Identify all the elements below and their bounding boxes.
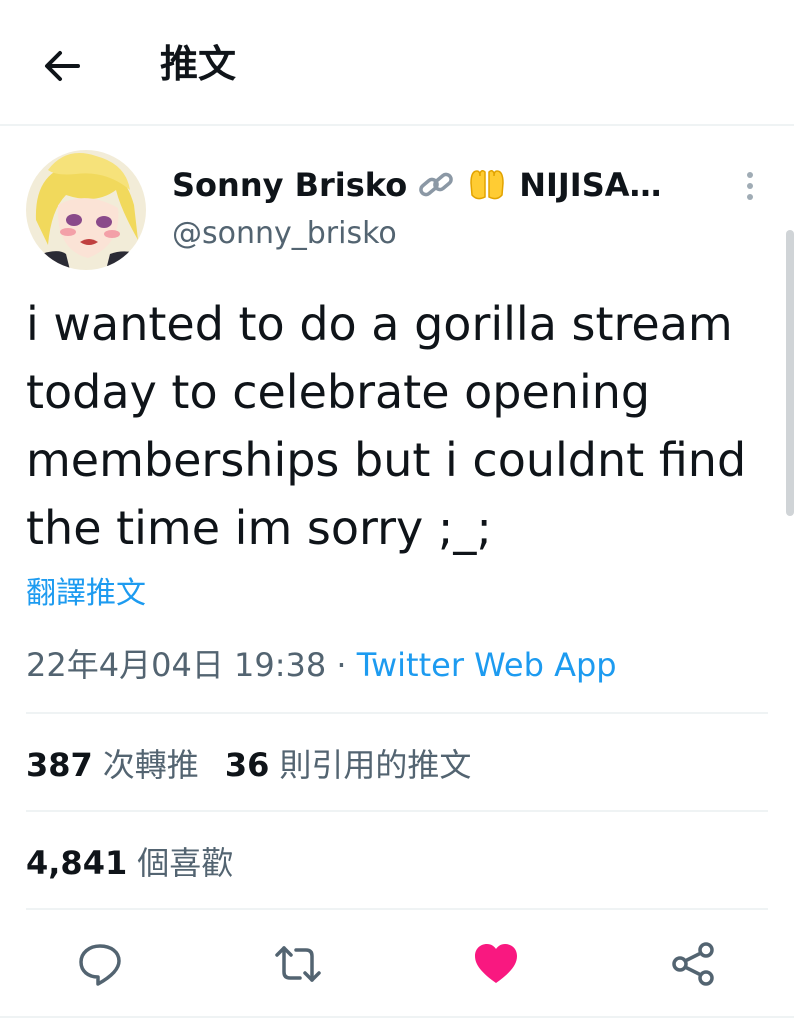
author-name-suffix[interactable]: NIJISA… — [519, 166, 661, 204]
retweets-label: 次轉推 — [102, 746, 199, 784]
likes-label: 個喜歡 — [137, 844, 234, 882]
tweet-text-line: memberships but i couldnt find — [26, 433, 747, 487]
meta-separator: · — [326, 646, 357, 684]
author-name-row[interactable]: Sonny Brisko NIJISA… — [172, 162, 662, 208]
more-options-icon[interactable] — [738, 168, 762, 204]
divider — [0, 1016, 794, 1018]
tweet-text: i wanted to do a gorilla stream today to… — [26, 290, 776, 562]
top-bar: 推文 — [0, 0, 794, 126]
translate-tweet-link[interactable]: 翻譯推文 — [26, 568, 146, 612]
tweet-meta: 22年4月04日 19:38 · Twitter Web App — [26, 640, 617, 686]
retweet-icon[interactable] — [274, 940, 322, 988]
link-icon — [419, 172, 454, 197]
likes-count: 4,841 — [26, 844, 128, 882]
reply-icon[interactable] — [76, 940, 124, 988]
tweet-text-line: the time im sorry ;_; — [26, 501, 492, 555]
page-title: 推文 — [160, 42, 237, 86]
like-icon[interactable] — [472, 940, 520, 988]
avatar-image — [26, 150, 146, 270]
retweets-stat[interactable]: 387 次轉推 — [26, 746, 199, 784]
divider — [26, 712, 768, 714]
timestamp[interactable]: 22年4月04日 19:38 — [26, 646, 326, 684]
source-link[interactable]: Twitter Web App — [357, 646, 617, 684]
divider — [26, 810, 768, 812]
arrow-left-icon[interactable] — [38, 42, 86, 90]
retweets-count: 387 — [26, 746, 93, 784]
author-name[interactable]: Sonny Brisko — [172, 166, 407, 204]
quotes-label: 則引用的推文 — [279, 746, 472, 784]
share-icon[interactable] — [670, 940, 718, 988]
tweet-text-line: i wanted to do a gorilla stream — [26, 297, 733, 351]
divider — [26, 908, 768, 910]
retweet-stats: 387 次轉推 36 則引用的推文 — [26, 740, 471, 786]
likes-stats[interactable]: 4,841 個喜歡 — [26, 838, 233, 884]
avatar[interactable] — [26, 150, 146, 270]
quotes-count: 36 — [224, 746, 270, 784]
quotes-stat[interactable]: 36 則引用的推文 — [225, 746, 472, 784]
author-handle[interactable]: @sonny_brisko — [172, 216, 397, 251]
raised-hands-icon — [470, 169, 504, 200]
action-bar — [0, 930, 794, 994]
scrollbar[interactable] — [786, 230, 794, 516]
tweet-text-line: today to celebrate opening — [26, 365, 651, 419]
